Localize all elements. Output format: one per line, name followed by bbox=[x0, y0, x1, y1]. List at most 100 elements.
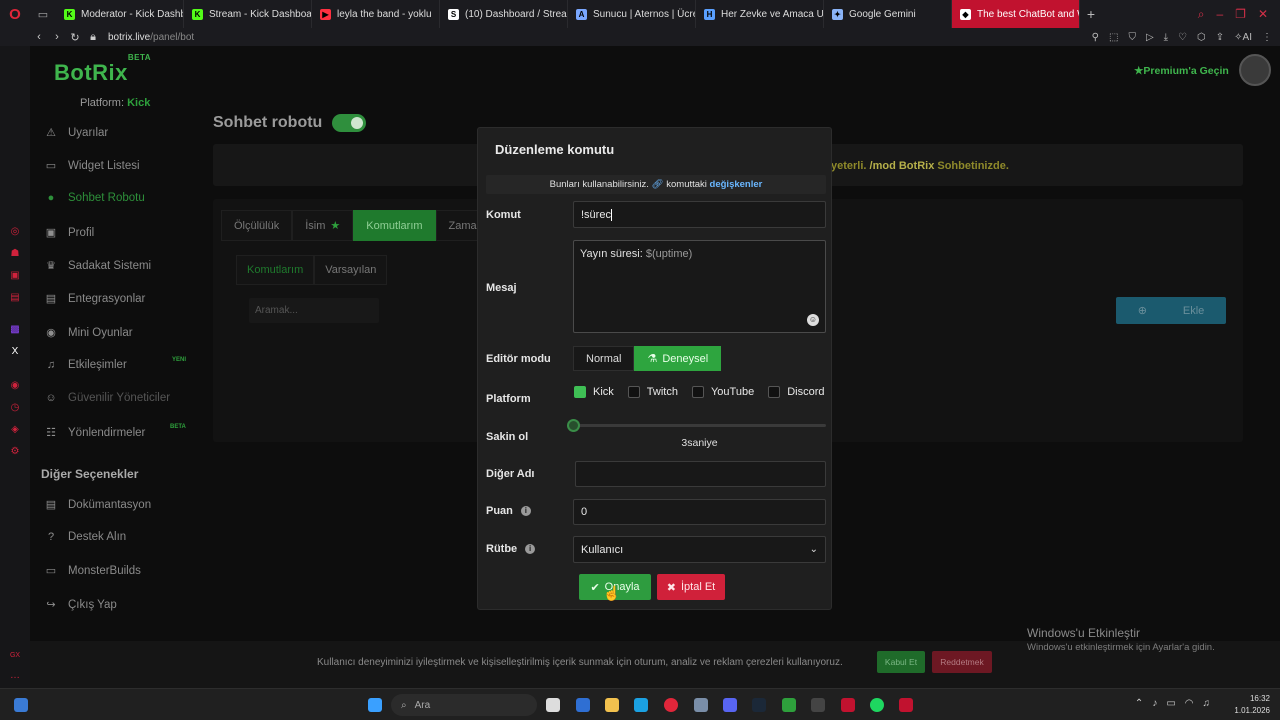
assistant-icon[interactable]: ☗ bbox=[9, 248, 21, 260]
explorer-icon[interactable] bbox=[605, 698, 619, 712]
sidebar-item[interactable]: ▭ Widget Listesi bbox=[44, 159, 140, 173]
cooldown-slider-track[interactable] bbox=[573, 424, 826, 427]
edge-icon[interactable] bbox=[634, 698, 648, 712]
sidebar-item[interactable]: ▣ Profil bbox=[44, 226, 94, 240]
platform-checkbox[interactable] bbox=[627, 386, 640, 398]
sidebar-item[interactable]: ◉ Mini Oyunlar bbox=[44, 326, 132, 340]
add-command-button[interactable]: ⊕ Ekle bbox=[1116, 297, 1226, 324]
new-tab-icon[interactable]: + bbox=[1080, 6, 1102, 22]
share-icon[interactable]: ⇪ bbox=[1216, 32, 1224, 43]
close-icon[interactable]: ✕ bbox=[1258, 7, 1268, 21]
browser-tab[interactable]: S (10) Dashboard / Streamla bbox=[440, 0, 568, 28]
pin-icon[interactable]: ⚲ bbox=[1092, 32, 1099, 43]
bookmarks-icon[interactable]: ◈ bbox=[9, 424, 21, 436]
sidebar-item[interactable]: ● Sohbet Robotu bbox=[44, 192, 145, 204]
browser-tab[interactable]: K Moderator - Kick Dashboa bbox=[56, 0, 184, 28]
back-icon[interactable]: ‹ bbox=[30, 31, 48, 43]
reload-icon[interactable]: ↻ bbox=[66, 31, 84, 44]
main-tab[interactable]: Komutlarım bbox=[353, 210, 436, 241]
cookie-reject-button[interactable]: Reddetmek bbox=[932, 651, 992, 673]
spotify-icon[interactable] bbox=[870, 698, 884, 712]
premium-link[interactable]: ★Premium'a Geçin bbox=[1134, 65, 1229, 77]
sidebar-item[interactable]: ☷ Yönlendirmeler bbox=[44, 426, 145, 440]
taskbar-clock[interactable]: 16:32 1.01.2026 bbox=[1234, 693, 1270, 717]
start-icon[interactable] bbox=[368, 698, 382, 712]
browser-tab[interactable]: K Stream - Kick Dashboard bbox=[184, 0, 312, 28]
editor-normal-button[interactable]: Normal bbox=[573, 346, 635, 371]
forward-icon[interactable]: › bbox=[48, 31, 66, 43]
url-field[interactable]: botrix.live/panel/bot bbox=[108, 32, 194, 43]
snapshot-icon[interactable]: ⬚ bbox=[1109, 32, 1118, 43]
botrix-logo[interactable]: BotRixBETA bbox=[54, 53, 151, 86]
search-icon[interactable]: ⌕ bbox=[1198, 7, 1205, 22]
wifi-icon[interactable]: ◠ bbox=[1185, 698, 1194, 709]
cooldown-slider-handle[interactable] bbox=[567, 419, 580, 432]
twitch-icon[interactable]: ▩ bbox=[9, 324, 21, 336]
editor-experimental-button[interactable]: ⚗ Deneysel bbox=[634, 346, 722, 371]
x-icon[interactable]: X bbox=[9, 346, 21, 358]
mic-icon[interactable]: ♪ bbox=[1152, 698, 1157, 709]
sub-tab[interactable]: Komutlarım bbox=[236, 255, 315, 285]
heart-icon[interactable]: ♡ bbox=[1178, 32, 1187, 43]
main-tab[interactable]: İsim ★ bbox=[292, 210, 354, 241]
main-tab[interactable]: Ölçülülük bbox=[221, 210, 293, 241]
app3-icon[interactable] bbox=[811, 698, 825, 712]
sidebar-other-item[interactable]: ? Destek Alın bbox=[44, 531, 126, 543]
player-icon[interactable]: ◉ bbox=[9, 380, 21, 392]
play-icon[interactable]: ▷ bbox=[1146, 32, 1154, 43]
platform-checkbox[interactable] bbox=[574, 386, 586, 398]
platform-checkbox[interactable] bbox=[768, 386, 781, 398]
music-icon[interactable]: ▤ bbox=[9, 292, 21, 304]
sidebar-item[interactable]: ♫ Etkileşimler bbox=[44, 359, 127, 371]
sidebar-other-item[interactable]: ↪ Çıkış Yap bbox=[44, 598, 116, 612]
sidebar-other-item[interactable]: ▤ Dokümantasyon bbox=[44, 498, 151, 512]
taskbar-search[interactable]: ⌕ Ara bbox=[391, 694, 537, 716]
store-icon[interactable] bbox=[576, 698, 590, 712]
chatbot-toggle[interactable] bbox=[332, 114, 367, 132]
message-textarea[interactable]: Yayın süresi: $(uptime) ☺ bbox=[573, 240, 826, 333]
avatar[interactable] bbox=[1239, 54, 1271, 86]
history-icon[interactable]: ◷ bbox=[9, 402, 21, 414]
points-input[interactable]: 0 bbox=[573, 499, 826, 525]
browser-tab[interactable]: H Her Zevke ve Amaca Uygu bbox=[696, 0, 824, 28]
settings-icon[interactable]: ⚙ bbox=[9, 446, 21, 458]
app-icon[interactable] bbox=[694, 698, 708, 712]
sidebar-item[interactable]: ☺ Güvenilir Yöneticiler bbox=[44, 392, 170, 404]
rank-select[interactable]: Kullanıcı ⌄ bbox=[573, 536, 826, 563]
app5-icon[interactable] bbox=[899, 698, 913, 712]
widgets-icon[interactable] bbox=[14, 698, 28, 712]
volume-icon[interactable]: ♫ bbox=[1203, 698, 1211, 709]
cancel-button[interactable]: ✖ İptal Et bbox=[657, 574, 725, 600]
command-input[interactable]: !sürec bbox=[573, 201, 826, 228]
more-icon[interactable]: ⋮ bbox=[1262, 32, 1272, 43]
info-icon[interactable]: i bbox=[520, 506, 531, 516]
sidebar-item[interactable]: ▤ Entegrasyonlar bbox=[44, 292, 146, 306]
messenger-icon[interactable]: ▣ bbox=[9, 270, 21, 282]
cookie-accept-button[interactable]: Kabul Et bbox=[877, 651, 925, 673]
restore-icon[interactable]: ❐ bbox=[1235, 7, 1246, 21]
discord-icon[interactable] bbox=[723, 698, 737, 712]
sidebar-other-item[interactable]: ▭ MonsterBuilds bbox=[44, 564, 141, 578]
speed-dial-icon[interactable]: ◎ bbox=[9, 226, 21, 238]
shield-icon[interactable]: ⛉ bbox=[1128, 32, 1136, 43]
steam-icon[interactable] bbox=[752, 698, 766, 712]
gx-icon[interactable]: GX bbox=[9, 650, 21, 662]
app4-icon[interactable] bbox=[841, 698, 855, 712]
variables-link[interactable]: değişkenler bbox=[710, 179, 763, 190]
browser-tab[interactable]: ◆ The best ChatBot and Wid bbox=[952, 0, 1080, 28]
browser-tab[interactable]: ▶ leyla the band - yoklu bbox=[312, 0, 440, 28]
sub-tab[interactable]: Varsayılan bbox=[314, 255, 388, 285]
emoji-icon[interactable]: ☺ bbox=[807, 314, 819, 326]
sidebar-item[interactable]: ⚠ Uyarılar bbox=[44, 126, 108, 140]
download-icon[interactable]: ⤓ bbox=[1164, 32, 1168, 43]
browser-tab[interactable]: ✦ Google Gemini bbox=[824, 0, 952, 28]
minimize-icon[interactable]: – bbox=[1216, 7, 1223, 21]
ai-icon[interactable]: ✧AI bbox=[1234, 32, 1252, 43]
extensions-icon[interactable]: ⬡ bbox=[1197, 32, 1206, 43]
chevron-up-icon[interactable]: ⌃ bbox=[1135, 698, 1143, 709]
opera-logo-icon[interactable]: O bbox=[0, 0, 30, 28]
platform-checkbox[interactable] bbox=[691, 386, 704, 398]
search-input[interactable]: Aramak... bbox=[249, 298, 379, 323]
opera-taskbar-icon[interactable] bbox=[664, 698, 678, 712]
task-view-icon[interactable] bbox=[546, 698, 560, 712]
